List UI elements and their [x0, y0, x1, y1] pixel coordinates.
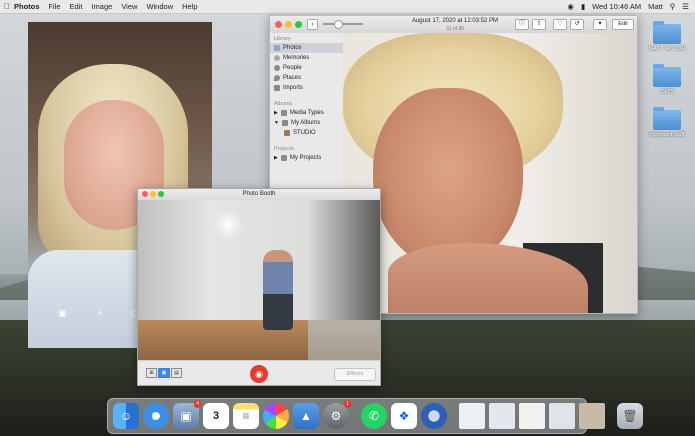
preview-icon[interactable]: 4 ▣ — [173, 400, 201, 429]
preview-room-wall — [138, 200, 380, 320]
menu-view[interactable]: View — [121, 2, 137, 11]
close-icon[interactable] — [142, 191, 148, 197]
minimized-window-thumbnail[interactable] — [519, 403, 545, 429]
calendar-icon[interactable]: 3 — [203, 403, 229, 429]
wifi-icon[interactable]: ◉ — [567, 2, 574, 11]
places-pin-icon — [274, 75, 280, 81]
album-thumbnail-icon — [284, 130, 290, 136]
photos-grid-icon — [274, 45, 280, 51]
desktop-folder-cats[interactable]: CATS — [637, 64, 695, 95]
spotlight-icon[interactable]: ⚲ — [670, 2, 676, 11]
menu-help[interactable]: Help — [182, 2, 197, 11]
sidebar-item-media-types[interactable]: ▶ Media Types — [270, 108, 343, 118]
rotate-icon[interactable]: ↺ — [570, 19, 584, 30]
sidebar-projects-header: Projects — [274, 146, 294, 152]
disclosure-triangle-icon[interactable]: ▶ — [274, 110, 278, 116]
menu-window[interactable]: Window — [146, 2, 173, 11]
dock: ☺ ➤ 4 ▣ 3 ≡ ▲ 1 ⚙ ✆ ❖ 🗑 — [107, 398, 643, 434]
photo-booth-toolbar: ⊞ ▣ ▤ ◉ Effects — [138, 360, 380, 385]
camera-preview — [138, 200, 380, 360]
sidebar-item-photos[interactable]: Photos — [270, 43, 343, 53]
photo-subject-face — [373, 88, 523, 268]
camera-shutter-button[interactable]: ◉ — [250, 365, 268, 383]
photo-booth-title: Photo Booth — [242, 191, 276, 197]
zoom-slider-knob[interactable] — [334, 20, 343, 29]
back-chevron-icon[interactable]: ‹ — [307, 19, 318, 30]
sidebar-item-memories[interactable]: Memories — [270, 53, 343, 63]
dropbox-icon[interactable]: ❖ — [391, 403, 417, 429]
disclosure-triangle-icon[interactable]: ▶ — [274, 155, 278, 161]
edit-button[interactable]: Edit — [612, 19, 634, 30]
menu-bar:  Photos File Edit Image View Window Hel… — [0, 0, 695, 14]
people-icon — [274, 65, 280, 71]
folder-icon — [281, 120, 288, 126]
sidebar-library-header: Library — [274, 36, 291, 42]
photo-viewer[interactable] — [343, 33, 637, 313]
menu-list-icon[interactable]: ☰ — [682, 2, 689, 11]
zoom-slider[interactable] — [323, 23, 363, 25]
camera-toggle-icon[interactable]: ▣ — [58, 308, 67, 319]
menu-app-name[interactable]: Photos — [14, 2, 39, 11]
disclosure-triangle-open-icon[interactable]: ▼ — [274, 120, 279, 126]
menu-user[interactable]: Matt — [648, 2, 663, 11]
minimized-window-thumbnail[interactable] — [489, 403, 515, 429]
quicktime-icon[interactable] — [421, 403, 447, 429]
folder-icon — [653, 64, 681, 87]
notes-icon[interactable]: ≡ — [233, 403, 259, 429]
battery-icon[interactable]: ▮ — [581, 2, 585, 11]
minimized-window-thumbnail[interactable] — [459, 403, 485, 429]
folder-icon — [280, 155, 287, 161]
whatsapp-icon[interactable]: ✆ — [361, 403, 387, 429]
menu-clock[interactable]: Wed 10:46 AM — [592, 2, 641, 11]
desktop-folder-important-stuff[interactable]: important stuff — [637, 107, 695, 138]
zoom-icon[interactable] — [295, 21, 302, 28]
preview-badge: 4 — [194, 400, 201, 408]
sidebar-albums-header: Albums — [274, 101, 293, 107]
system-preferences-icon[interactable]: 1 ⚙ — [323, 400, 351, 429]
sidebar-item-my-projects[interactable]: ▶ My Projects — [270, 153, 343, 163]
preview-pendant-light — [213, 210, 243, 240]
memories-icon — [274, 55, 280, 61]
menu-file[interactable]: File — [48, 2, 60, 11]
safari-icon[interactable]: ➤ — [143, 403, 169, 429]
close-icon[interactable] — [275, 21, 282, 28]
single-photo-mode-icon[interactable]: ▣ — [158, 368, 170, 378]
menu-edit[interactable]: Edit — [70, 2, 83, 11]
folder-icon — [653, 21, 681, 44]
four-up-mode-icon[interactable]: ⊞ — [146, 368, 157, 378]
sidebar-item-my-albums[interactable]: ▼ My Albums — [270, 118, 343, 128]
preview-person — [263, 250, 293, 330]
photos-titlebar: ‹ August 17, 2020 at 12:03:52 PM 31 of 8… — [270, 16, 637, 34]
enhance-wand-icon[interactable]: ✦ — [593, 19, 607, 30]
photo-date-title: August 17, 2020 at 12:03:52 PM — [411, 18, 499, 24]
sidebar-item-people[interactable]: People — [270, 63, 343, 73]
photo-count: 31 of 85 — [445, 26, 465, 32]
desktop-folder-matt-taylor[interactable]: MATT TAYLOR — [637, 21, 695, 52]
menu-image[interactable]: Image — [91, 2, 112, 11]
favorite-heart-icon[interactable]: ♡ — [553, 19, 567, 30]
system-preferences-badge: 1 — [344, 400, 351, 408]
finder-icon[interactable]: ☺ — [113, 403, 139, 429]
sidebar-item-studio[interactable]: STUDIO — [270, 128, 343, 138]
apple-menu-icon[interactable]:  — [0, 2, 14, 11]
minimize-icon[interactable] — [285, 21, 292, 28]
share-icon[interactable]: ⇧ — [532, 19, 546, 30]
minimize-icon[interactable] — [150, 191, 156, 197]
folder-icon — [653, 107, 681, 130]
photo-booth-window[interactable]: Photo Booth ⊞ ▣ ▤ ◉ Effects — [137, 188, 381, 386]
minimized-window-thumbnail[interactable] — [579, 403, 605, 429]
imports-icon — [274, 85, 280, 91]
info-icon[interactable]: ⓘ — [515, 19, 529, 30]
sidebar-item-imports[interactable]: Imports — [270, 83, 343, 93]
folder-icon — [280, 110, 287, 116]
microphone-icon[interactable]: ⚬ — [96, 308, 104, 319]
keynote-icon[interactable]: ▲ — [293, 403, 319, 429]
video-mode-icon[interactable]: ▤ — [171, 368, 182, 378]
minimized-window-thumbnail[interactable] — [549, 403, 575, 429]
sidebar-item-places[interactable]: Places — [270, 73, 343, 83]
photos-icon[interactable] — [263, 403, 289, 429]
effects-button[interactable]: Effects — [334, 368, 376, 381]
trash-icon[interactable]: 🗑 — [617, 403, 643, 429]
zoom-icon[interactable] — [158, 191, 164, 197]
